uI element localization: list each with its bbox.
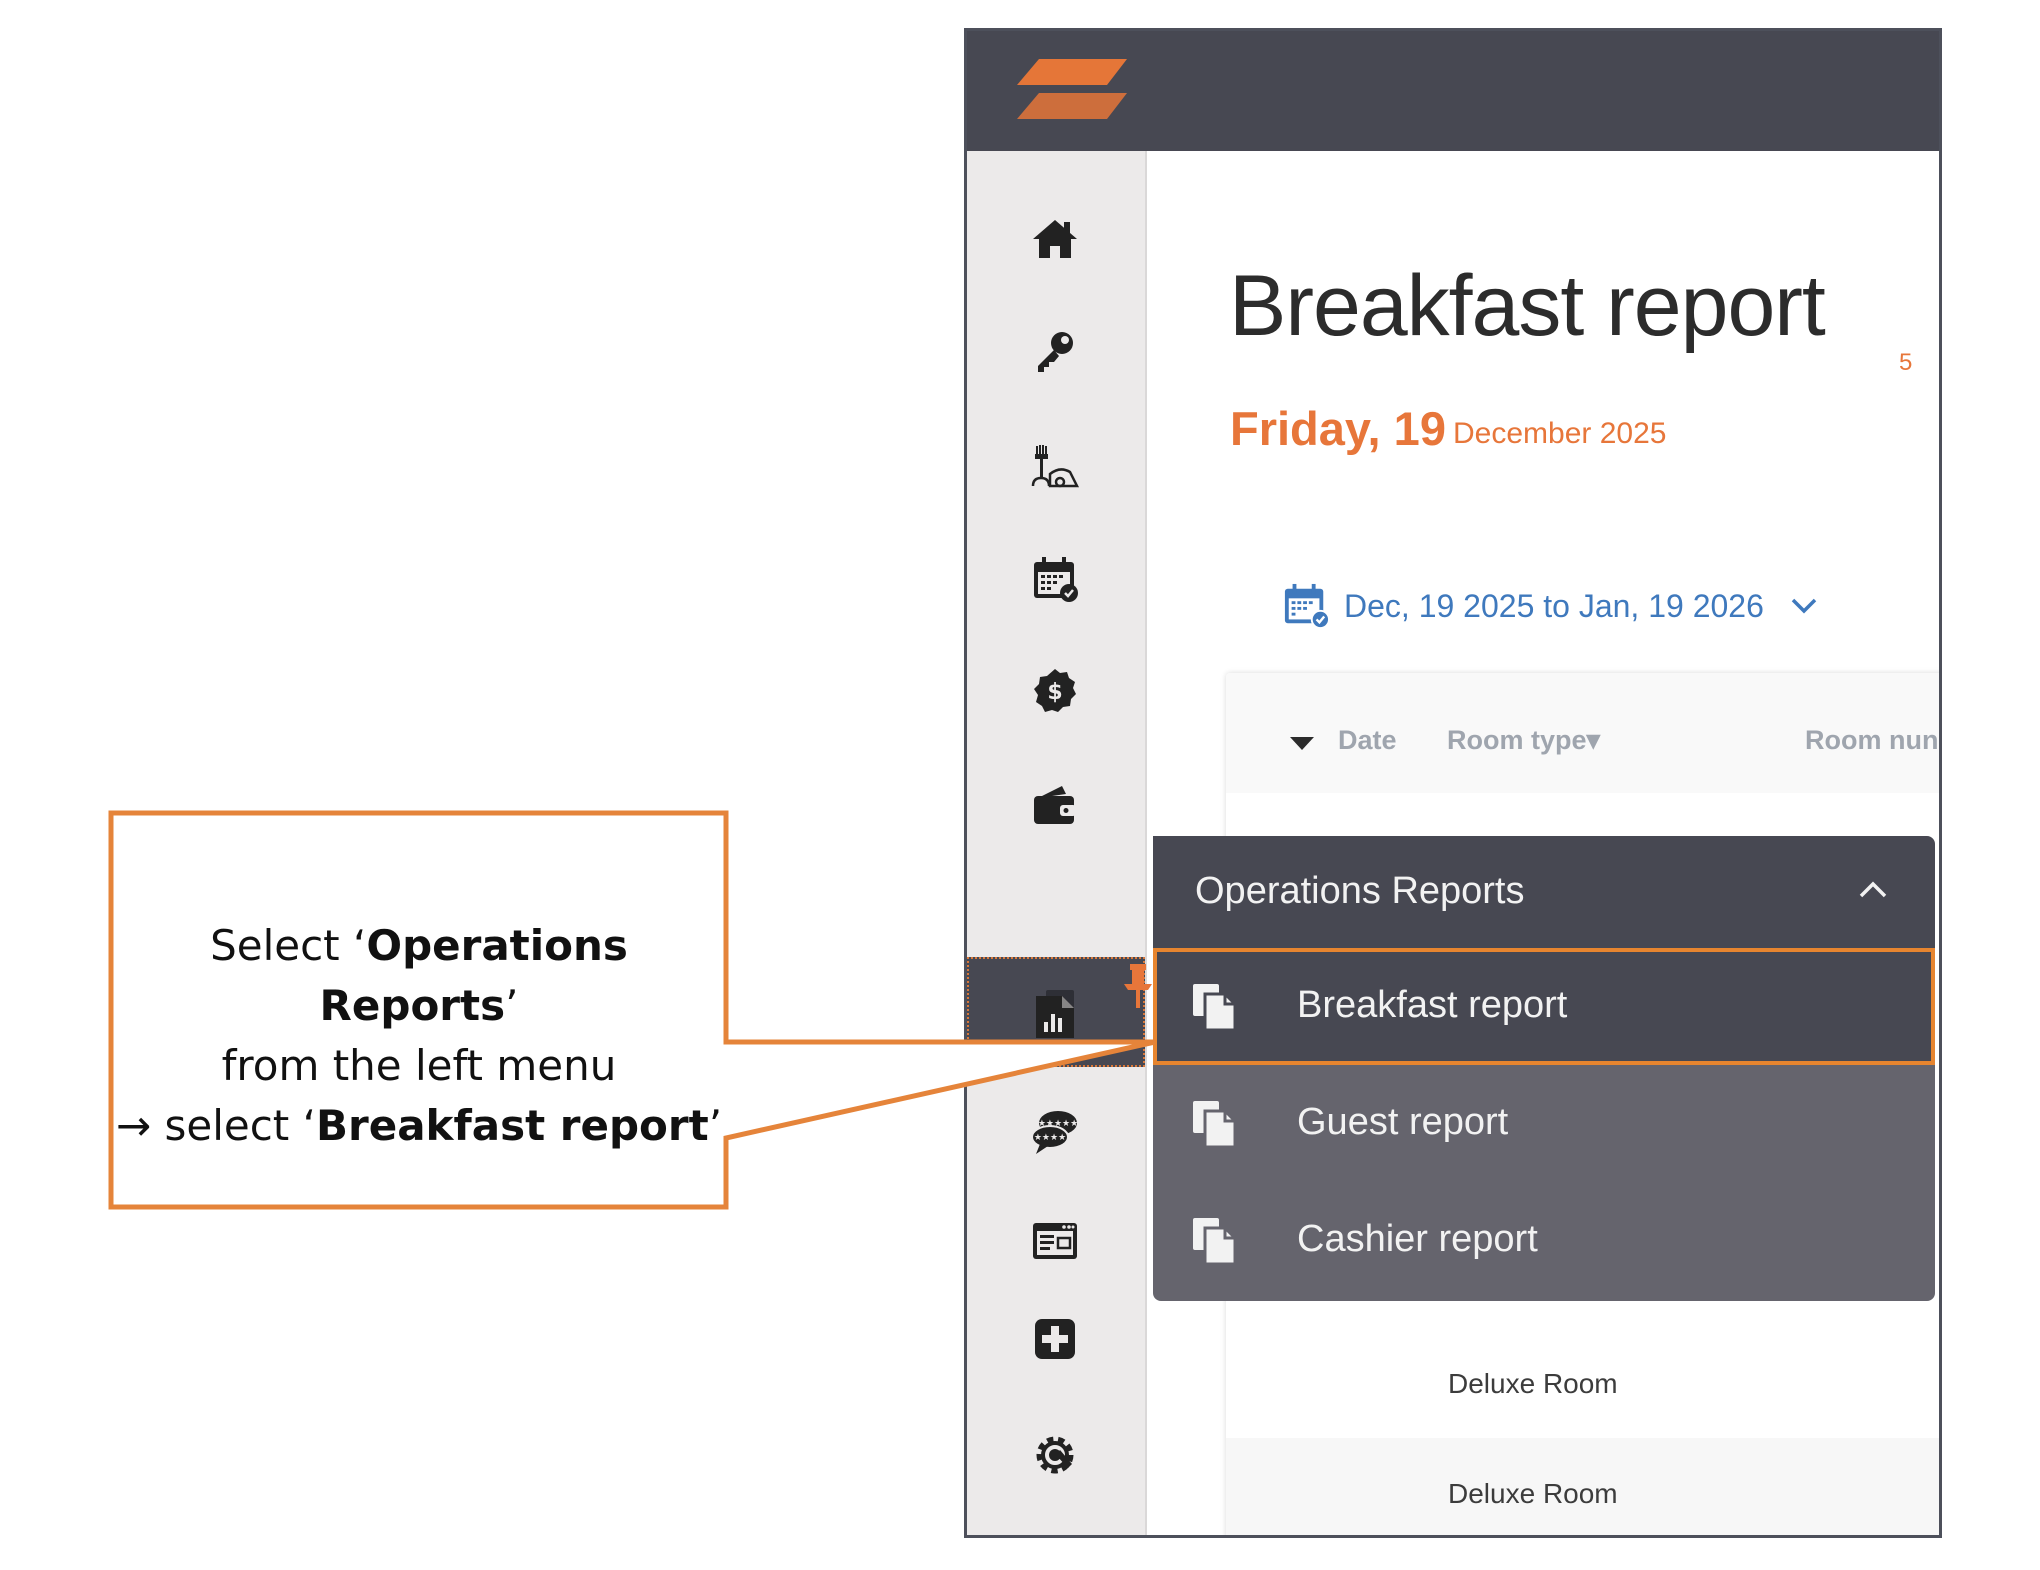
svg-text:★★★★★: ★★★★★ xyxy=(1038,1119,1078,1129)
partial-value: 5 xyxy=(1899,349,1913,376)
reports-chart-icon[interactable] xyxy=(1027,989,1083,1045)
menu-title: Operations Reports xyxy=(1195,870,1525,912)
page-title: Breakfast report xyxy=(1229,258,1826,354)
calendar-icon[interactable] xyxy=(1027,551,1083,607)
svg-text:★★★★: ★★★★ xyxy=(1034,1133,1066,1143)
column-room-type[interactable]: Room type▾ xyxy=(1447,725,1600,756)
dollar-icon[interactable]: $ xyxy=(1027,663,1083,719)
chevron-up-icon[interactable] xyxy=(1857,878,1889,900)
table-row: Deluxe Room xyxy=(1226,1438,1939,1535)
sort-arrow-icon[interactable] xyxy=(1290,737,1314,750)
sidebar: $ ★★★★★ ★★★★ xyxy=(967,151,1147,1535)
report-month: December 2025 xyxy=(1453,417,1667,450)
operations-reports-menu: Operations Reports Breakfast report Gues… xyxy=(1153,836,1935,1301)
menu-header[interactable]: Operations Reports xyxy=(1153,836,1935,948)
app-logo xyxy=(1017,59,1127,119)
column-date[interactable]: Date xyxy=(1338,725,1397,756)
room-type-cell: Deluxe Room xyxy=(1448,1368,1618,1399)
menu-item-label: Guest report xyxy=(1297,1101,1509,1143)
document-icon xyxy=(1193,984,1237,1032)
settings-icon[interactable] xyxy=(1027,1427,1083,1483)
channel-icon[interactable] xyxy=(1027,1213,1083,1269)
table-header: Date Room type▾ Room nun xyxy=(1226,673,1939,793)
housekeeping-icon[interactable] xyxy=(1027,439,1083,495)
room-type-cell: Deluxe Room xyxy=(1448,1478,1618,1509)
column-room-number[interactable]: Room nun xyxy=(1805,725,1938,756)
key-icon[interactable] xyxy=(1027,323,1083,379)
callout-line-1: Select ‘Operations Reports’ xyxy=(210,921,628,1030)
svg-text:$: $ xyxy=(1047,680,1062,705)
report-day: Friday, 19 xyxy=(1230,402,1446,455)
calendar-icon xyxy=(1284,583,1330,629)
document-icon xyxy=(1193,1101,1237,1149)
add-icon[interactable] xyxy=(1027,1311,1083,1367)
table-row: Deluxe Room xyxy=(1226,1328,1939,1438)
callout-text: Select ‘Operations Reports’ from the lef… xyxy=(112,916,726,1156)
callout-line-2: from the left menu xyxy=(221,1041,617,1090)
date-range-picker[interactable]: Dec, 19 2025 to Jan, 19 2026 xyxy=(1282,583,1818,629)
date-range-text: Dec, 19 2025 to Jan, 19 2026 xyxy=(1344,587,1764,624)
menu-item-label: Cashier report xyxy=(1297,1218,1538,1260)
home-icon[interactable] xyxy=(1027,211,1083,267)
menu-item-breakfast-report[interactable]: Breakfast report xyxy=(1153,948,1935,1065)
menu-item-cashier-report[interactable]: Cashier report xyxy=(1153,1182,1935,1299)
pin-icon[interactable] xyxy=(1120,962,1156,1012)
callout-line-3: → select ‘Breakfast report’ xyxy=(115,1101,723,1150)
top-bar xyxy=(967,31,1939,151)
app-window: $ ★★★★★★★★★ Breakfast report Friday, 19 xyxy=(964,28,1942,1538)
chevron-down-icon xyxy=(1791,598,1817,614)
wallet-icon[interactable] xyxy=(1027,777,1083,833)
menu-body: Breakfast report Guest report Cashier re… xyxy=(1153,948,1935,1301)
menu-item-label: Breakfast report xyxy=(1297,984,1568,1026)
reviews-icon[interactable]: ★★★★★ ★★★★ xyxy=(1027,1103,1083,1159)
menu-item-guest-report[interactable]: Guest report xyxy=(1153,1065,1935,1182)
document-icon xyxy=(1193,1218,1237,1266)
